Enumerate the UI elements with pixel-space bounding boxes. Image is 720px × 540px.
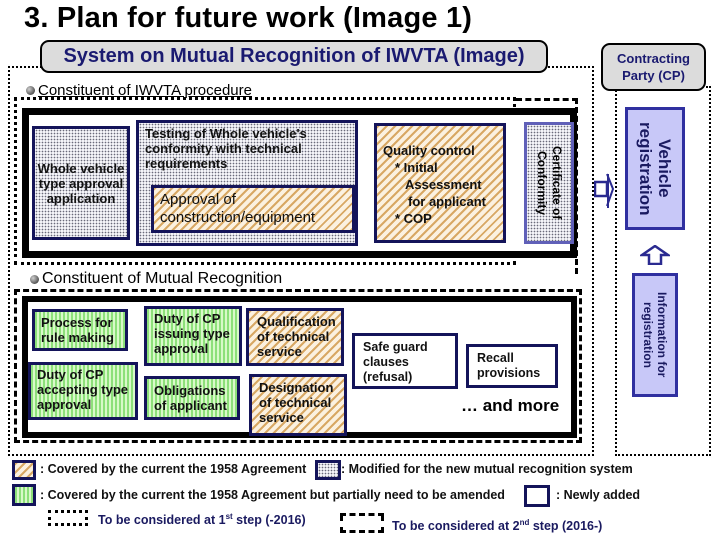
legend-step1: To be considered at 1st step (-2016) (98, 512, 306, 527)
designation-technical-service-text: Designation of technical service (259, 380, 334, 425)
legend-covered-partial: : Covered by the current the 1958 Agreem… (40, 488, 505, 502)
duty-cp-accepting-text: Duty of CP accepting type approval (37, 367, 129, 412)
mr-section-label-text: Constituent of Mutual Recognition (42, 270, 283, 287)
bullet-icon (26, 86, 35, 95)
testing-text: Testing of Whole vehicle's conformity wi… (145, 126, 307, 171)
legend-step2-suffix: step (2016-) (529, 519, 603, 534)
mr-section-label: Constituent of Mutual Recognition (30, 270, 282, 288)
obligations-applicant-box: Obligations of applicant (144, 376, 240, 420)
legend-swatch-step2 (340, 515, 384, 533)
legend-newly-added: : Newly added (556, 488, 641, 502)
certificate-of-conformity-text: Certificate of Conformity (535, 146, 564, 220)
testing-box: Testing of Whole vehicle's conformity wi… (136, 120, 358, 246)
legend-swatch-hatch (12, 460, 36, 480)
approval-construction-text: Approval of construction/equipment (160, 191, 316, 226)
legend-swatch-newly-added (524, 485, 550, 507)
legend-step1-prefix: To be considered at 1 (98, 513, 226, 528)
bullet-icon (30, 274, 39, 284)
safe-guard-clauses-text: Safe guard clauses (refusal) (363, 340, 428, 384)
vehicle-registration-text: Vehicle registration (636, 121, 674, 216)
process-rule-making-box: Process for rule making (32, 309, 128, 351)
arrow-right-icon (594, 170, 614, 210)
legend-covered-1958: : Covered by the current the 1958 Agreem… (40, 462, 307, 476)
qualification-technical-service-box: Qualification of technical service (246, 308, 344, 366)
legend-modified: : Modified for the new mutual recognitio… (341, 462, 633, 476)
legend-swatch-step2-top (340, 513, 384, 516)
whole-vehicle-application-text: Whole vehicle type approval application (37, 160, 125, 206)
legend-step2-prefix: To be considered at 2 (392, 519, 520, 534)
system-header: System on Mutual Recognition of IWVTA (I… (40, 40, 548, 73)
approval-construction-box: Approval of construction/equipment (151, 185, 355, 233)
and-more-text: … and more (461, 396, 560, 415)
quality-item: for applicant (408, 194, 487, 209)
certificate-of-conformity-box: Certificate of Conformity (524, 122, 574, 244)
obligations-applicant-text: Obligations of applicant (154, 383, 227, 413)
slide-title: 3. Plan for future work (Image 1) (24, 2, 473, 34)
quality-control-box: Quality control * Initial Assessment for… (374, 123, 506, 243)
whole-vehicle-application-box: Whole vehicle type approval application (32, 126, 130, 240)
duty-cp-issuing-box: Duty of CP issuing type approval (144, 306, 242, 366)
quality-item: * Initial (395, 160, 438, 175)
vehicle-registration-box: Vehicle registration (625, 107, 685, 230)
arrow-up-icon (640, 245, 670, 265)
legend-swatch-dots (315, 460, 341, 480)
contracting-party-header: Contracting Party (CP) (601, 43, 706, 91)
recall-provisions-text: Recall provisions (477, 351, 541, 380)
qualification-technical-service-text: Qualification of technical service (257, 314, 336, 359)
designation-technical-service-box: Designation of technical service (249, 374, 347, 436)
quality-control-title: Quality control (383, 143, 475, 158)
duty-cp-issuing-text: Duty of CP issuing type approval (154, 311, 230, 356)
quality-item: Assessment (405, 177, 482, 192)
legend-swatch-step1 (48, 510, 88, 526)
recall-provisions-box: Recall provisions (466, 344, 558, 388)
information-for-registration-box: Information for registration (632, 273, 678, 397)
legend-step2-sup: nd (519, 518, 530, 527)
legend-step1-sup: st (225, 512, 233, 521)
quality-item: * COP (395, 211, 432, 226)
duty-cp-accepting-box: Duty of CP accepting type approval (28, 362, 138, 420)
process-rule-making-text: Process for rule making (41, 315, 114, 345)
information-for-registration-text: Information for registration (641, 292, 669, 378)
legend-step1-suffix: step (-2016) (232, 513, 306, 528)
legend-step2: To be considered at 2nd step (2016-) (392, 518, 602, 533)
legend-swatch-green (12, 484, 36, 506)
safe-guard-clauses-box: Safe guard clauses (refusal) (352, 333, 458, 389)
